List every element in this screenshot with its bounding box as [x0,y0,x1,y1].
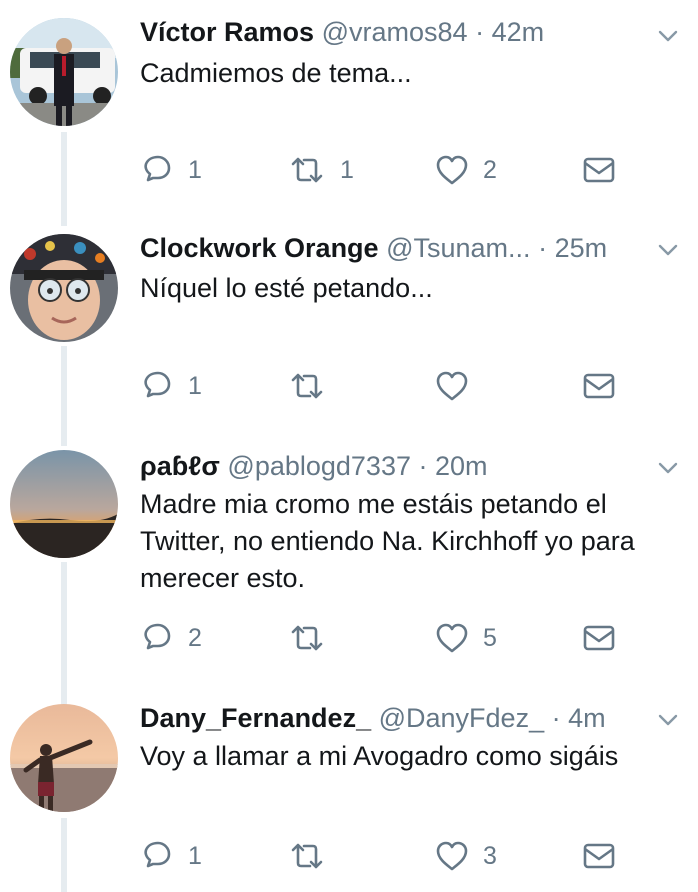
retweet-button[interactable] [288,366,340,406]
direct-message-button[interactable] [583,836,615,876]
avatar[interactable] [10,704,118,812]
tweet[interactable]: Dany_Fernandez_ @DanyFdez_ · 4m Voy a ll… [0,674,698,892]
tweet[interactable]: ρaɓℓσ @pablogd7337 · 20m Madre mia cromo… [0,422,698,694]
thread-line [61,422,67,446]
chevron-down-icon[interactable] [656,710,680,730]
timestamp[interactable]: 42m [492,17,545,47]
retweet-icon [291,157,323,183]
tweet-text: Cadmiemos de tema... [140,58,412,88]
display-name[interactable]: Víctor Ramos [140,17,314,47]
tweet-text: Voy a llamar a mi Avogadro como sigáis [140,741,619,771]
like-button[interactable]: 3 [435,836,497,876]
tweet-text: Níquel lo esté petando... [140,273,433,303]
tweet[interactable]: Víctor Ramos @vramos84 · 42m Cadmiemos d… [0,0,698,222]
like-button[interactable]: 5 [435,618,497,658]
direct-message-button[interactable] [583,618,615,658]
direct-message-button[interactable] [583,366,615,406]
timestamp[interactable]: 4m [568,703,606,733]
retweet-icon [291,843,323,869]
tweet-header: Dany_Fernandez_ @DanyFdez_ · 4m [140,700,628,736]
retweet-icon [291,373,323,399]
timestamp[interactable]: 25m [555,233,608,263]
reply-icon [144,841,171,868]
like-button[interactable] [435,366,483,406]
reply-count: 1 [188,155,202,184]
retweet-count: 1 [340,155,354,184]
avatar[interactable] [10,450,118,558]
tweet-header: Víctor Ramos @vramos84 · 42m [140,14,628,50]
thread-line [61,202,67,226]
separator: · [418,451,428,481]
reply-button[interactable]: 1 [140,836,202,876]
reply-icon [144,623,171,650]
chevron-down-icon[interactable] [656,26,680,46]
reply-count: 1 [188,371,202,400]
tweet[interactable]: Clockwork Orange @Tsunam... · 25m Níquel… [0,202,698,444]
reply-button[interactable]: 2 [140,618,202,658]
chevron-down-icon[interactable] [656,458,680,478]
like-button[interactable]: 2 [435,150,497,190]
thread-line [61,674,67,708]
reply-count: 2 [188,623,202,652]
like-count: 5 [483,623,497,652]
username[interactable]: @pablogd7337 [227,451,411,481]
heart-icon [436,371,468,401]
heart-icon [436,155,468,185]
avatar[interactable] [10,18,118,126]
envelope-icon [583,625,615,651]
tweet-header: ρaɓℓσ @pablogd7337 · 20m [140,448,628,484]
username[interactable]: @vramos84 [322,17,468,47]
like-count: 3 [483,841,497,870]
display-name[interactable]: Clockwork Orange [140,233,379,263]
username[interactable]: @Tsunam... [386,233,530,263]
retweet-icon [291,625,323,651]
tweet-text: Madre mia cromo me estáis petando el Twi… [140,489,643,593]
retweet-button[interactable] [288,618,340,658]
display-name[interactable]: ρaɓℓσ [140,451,220,481]
separator: · [538,233,548,263]
direct-message-button[interactable] [583,150,615,190]
heart-icon [436,841,468,871]
envelope-icon [583,373,615,399]
chevron-down-icon[interactable] [656,240,680,260]
envelope-icon [583,157,615,183]
avatar[interactable] [10,234,118,342]
separator: · [551,703,561,733]
separator: · [475,17,485,47]
heart-icon [436,623,468,653]
thread-line [61,818,67,892]
timestamp[interactable]: 20m [435,451,488,481]
reply-icon [144,155,171,182]
tweet-header: Clockwork Orange @Tsunam... · 25m [140,230,628,266]
display-name[interactable]: Dany_Fernandez_ [140,703,371,733]
username[interactable]: @DanyFdez_ [379,703,544,733]
reply-icon [144,371,171,398]
reply-count: 1 [188,841,202,870]
retweet-button[interactable]: 1 [288,150,354,190]
retweet-button[interactable] [288,836,340,876]
envelope-icon [583,843,615,869]
like-count: 2 [483,155,497,184]
reply-button[interactable]: 1 [140,366,202,406]
reply-button[interactable]: 1 [140,150,202,190]
